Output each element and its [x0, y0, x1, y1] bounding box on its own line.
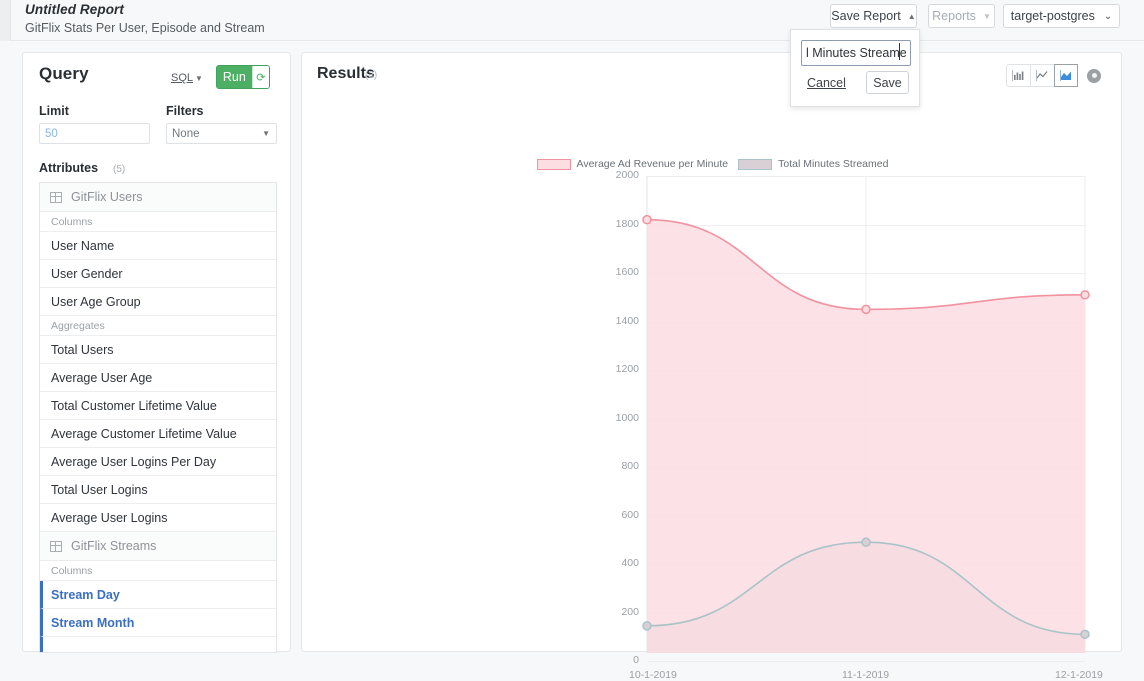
- attribute-item[interactable]: [40, 637, 276, 652]
- save-button[interactable]: Save: [866, 71, 909, 94]
- table-icon: [50, 191, 62, 203]
- attribute-item[interactable]: Average User Logins Per Day: [40, 448, 276, 476]
- data-point: [1080, 629, 1090, 640]
- run-button-group: Run ⟳: [216, 65, 270, 89]
- limit-label: Limit: [39, 104, 69, 118]
- attribute-item-label: Average Customer Lifetime Value: [51, 426, 237, 441]
- legend-label: Total Minutes Streamed: [778, 158, 889, 170]
- limit-input[interactable]: [39, 123, 150, 144]
- attribute-group-header[interactable]: GitFlix Users: [40, 183, 276, 212]
- database-selector[interactable]: target-postgres ⌄: [1003, 4, 1120, 28]
- refresh-icon[interactable]: ⟳: [251, 66, 269, 88]
- attribute-item-label: User Age Group: [51, 294, 141, 309]
- table-icon: [50, 540, 62, 552]
- page-subtitle: GitFlix Stats Per User, Episode and Stre…: [25, 21, 265, 35]
- chevron-down-icon: ▼: [262, 129, 270, 138]
- results-panel: Results (3) Average Ad Revenue per Minut…: [301, 52, 1123, 681]
- gear-icon[interactable]: [1082, 64, 1106, 87]
- results-count: (3): [365, 70, 378, 81]
- attribute-item-label: Total Customer Lifetime Value: [51, 398, 217, 413]
- attributes-list[interactable]: GitFlix Users Columns User Name User Gender…: [39, 182, 277, 653]
- run-button[interactable]: Run: [217, 66, 252, 88]
- attributes-count: (5): [113, 164, 126, 175]
- chevron-up-icon: ▲: [907, 11, 916, 21]
- attribute-item[interactable]: Total Customer Lifetime Value: [40, 392, 276, 420]
- data-point: [861, 537, 871, 547]
- y-axis-tick-label: 0: [633, 654, 639, 666]
- grid-line: [647, 661, 1085, 662]
- left-rail: [0, 0, 11, 41]
- query-panel: Query SQL ▼ Run ⟳ Limit Filters None ▼ A…: [22, 52, 291, 653]
- data-point: [1080, 290, 1090, 300]
- attribute-item-label: Total Users: [51, 342, 114, 357]
- data-point: [861, 304, 871, 315]
- attribute-item[interactable]: Average User Logins: [40, 504, 276, 532]
- cancel-button[interactable]: Cancel: [807, 76, 846, 90]
- chart-type-toolbar: [1006, 64, 1106, 87]
- page-title: Untitled Report: [25, 2, 124, 17]
- bar-chart-icon[interactable]: [1006, 64, 1030, 87]
- chevron-down-icon[interactable]: ▼: [195, 74, 203, 83]
- chart-canvas: 0 200 400 600 800 1000 1200 1400 1600 1800 2000 10-…: [302, 169, 1123, 681]
- chart-legend: Average Ad Revenue per Minute Total Minut…: [302, 158, 1123, 170]
- reports-label: Reports: [932, 9, 976, 23]
- chevron-down-icon: ▼: [982, 11, 991, 21]
- x-axis-tick-label: 12-1-2019: [1055, 669, 1103, 681]
- sql-link[interactable]: SQL: [171, 72, 193, 84]
- attribute-item[interactable]: Average Customer Lifetime Value: [40, 420, 276, 448]
- attribute-item[interactable]: Average User Age: [40, 364, 276, 392]
- line-chart-icon[interactable]: [1030, 64, 1054, 87]
- attribute-section-label: Columns: [40, 561, 276, 581]
- attribute-group-label: GitFlix Streams: [71, 539, 157, 553]
- chart-plot: [642, 176, 1090, 653]
- legend-swatch: [536, 158, 571, 170]
- attribute-item-label: Total User Logins: [51, 482, 148, 497]
- attribute-item[interactable]: Total User Logins: [40, 476, 276, 504]
- attribute-group-label: GitFlix Users: [71, 190, 143, 204]
- area-chart-icon[interactable]: [1054, 64, 1078, 87]
- data-point: [642, 214, 652, 225]
- filters-select[interactable]: None ▼: [166, 123, 277, 144]
- attribute-section-label: Aggregates: [40, 316, 276, 336]
- chevron-down-icon: ⌄: [1103, 10, 1113, 22]
- attribute-item[interactable]: User Gender: [40, 260, 276, 288]
- attribute-group-header[interactable]: GitFlix Streams: [40, 532, 276, 561]
- x-axis-tick-label: 11-1-2019: [842, 669, 890, 681]
- x-axis-tick-label: 10-1-2019: [629, 669, 677, 681]
- report-title-block: Untitled Report GitFlix Stats Per User, …: [25, 2, 265, 36]
- legend-swatch: [738, 158, 773, 170]
- attribute-item-label: Average User Logins Per Day: [51, 454, 217, 469]
- legend-item[interactable]: Total Minutes Streamed: [738, 158, 888, 170]
- attribute-item[interactable]: Total Users: [40, 336, 276, 364]
- save-report-button[interactable]: Save Report ▲: [830, 4, 917, 28]
- data-point: [642, 621, 652, 631]
- attribute-item[interactable]: Stream Day: [40, 581, 276, 609]
- save-report-popup: Cancel Save: [790, 29, 920, 107]
- attribute-item-label: User Gender: [51, 266, 123, 281]
- report-name-input[interactable]: [801, 40, 911, 66]
- query-title: Query: [39, 64, 89, 83]
- database-label: target-postgres: [1010, 9, 1095, 23]
- save-report-label: Save Report: [831, 9, 901, 23]
- attribute-item[interactable]: User Age Group: [40, 288, 276, 316]
- attribute-item[interactable]: User Name: [40, 232, 276, 260]
- attribute-section-label: Columns: [40, 212, 276, 232]
- attribute-item[interactable]: Stream Month: [40, 609, 276, 637]
- attribute-item-label: User Name: [51, 238, 115, 253]
- attribute-item-label: Average User Logins: [51, 510, 168, 525]
- attribute-item-label: Stream Day: [51, 587, 120, 602]
- attributes-heading: Attributes: [39, 161, 99, 175]
- top-bar: Untitled Report GitFlix Stats Per User, …: [0, 0, 1144, 41]
- text-cursor: [899, 43, 900, 60]
- filters-value: None: [172, 127, 200, 140]
- attribute-item-label: Stream Month: [51, 615, 135, 630]
- filters-label: Filters: [166, 104, 204, 118]
- reports-button[interactable]: Reports ▼: [928, 4, 995, 28]
- attribute-item-label: Average User Age: [51, 370, 153, 385]
